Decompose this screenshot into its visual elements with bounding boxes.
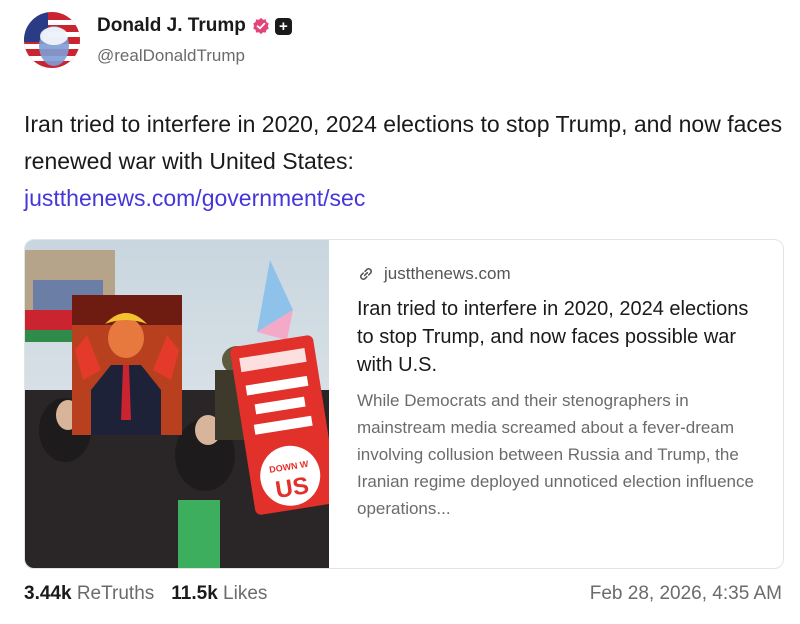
plus-badge-icon: + [274,17,292,35]
retruths-stat[interactable]: 3.44k ReTruths [24,583,154,605]
card-image: DOWN W US [25,240,329,568]
likes-count: 11.5k [171,583,218,604]
post-stats: 3.44k ReTruths 11.5k Likes [24,583,284,605]
post-body: Iran tried to interfere in 2020, 2024 el… [24,106,784,217]
link-icon [360,268,372,280]
likes-stat[interactable]: 11.5k Likes [171,583,267,605]
retruths-label: ReTruths [76,583,155,604]
card-domain-row: justthenews.com [357,264,767,284]
avatar[interactable] [24,12,80,68]
author-handle[interactable]: @realDonaldTrump [97,46,245,66]
post-timestamp[interactable]: Feb 28, 2026, 4:35 AM [590,583,782,605]
card-description: While Democrats and their stenographers … [357,391,754,518]
post-link[interactable]: justthenews.com/government/sec [24,180,784,217]
link-preview-card[interactable]: DOWN W US justthenews.com Iran tried to … [24,239,784,569]
likes-label: Likes [223,583,268,604]
retruths-count: 3.44k [24,583,72,604]
card-title[interactable]: Iran tried to interfere in 2020, 2024 el… [357,295,767,379]
author-name[interactable]: Donald J. Trump [97,15,246,37]
card-domain: justthenews.com [384,264,511,283]
post-text: Iran tried to interfere in 2020, 2024 el… [24,111,783,174]
sign-text-us: US [274,472,311,504]
card-body: justthenews.com Iran tried to interfere … [357,264,767,522]
verified-badge-icon [253,17,269,35]
